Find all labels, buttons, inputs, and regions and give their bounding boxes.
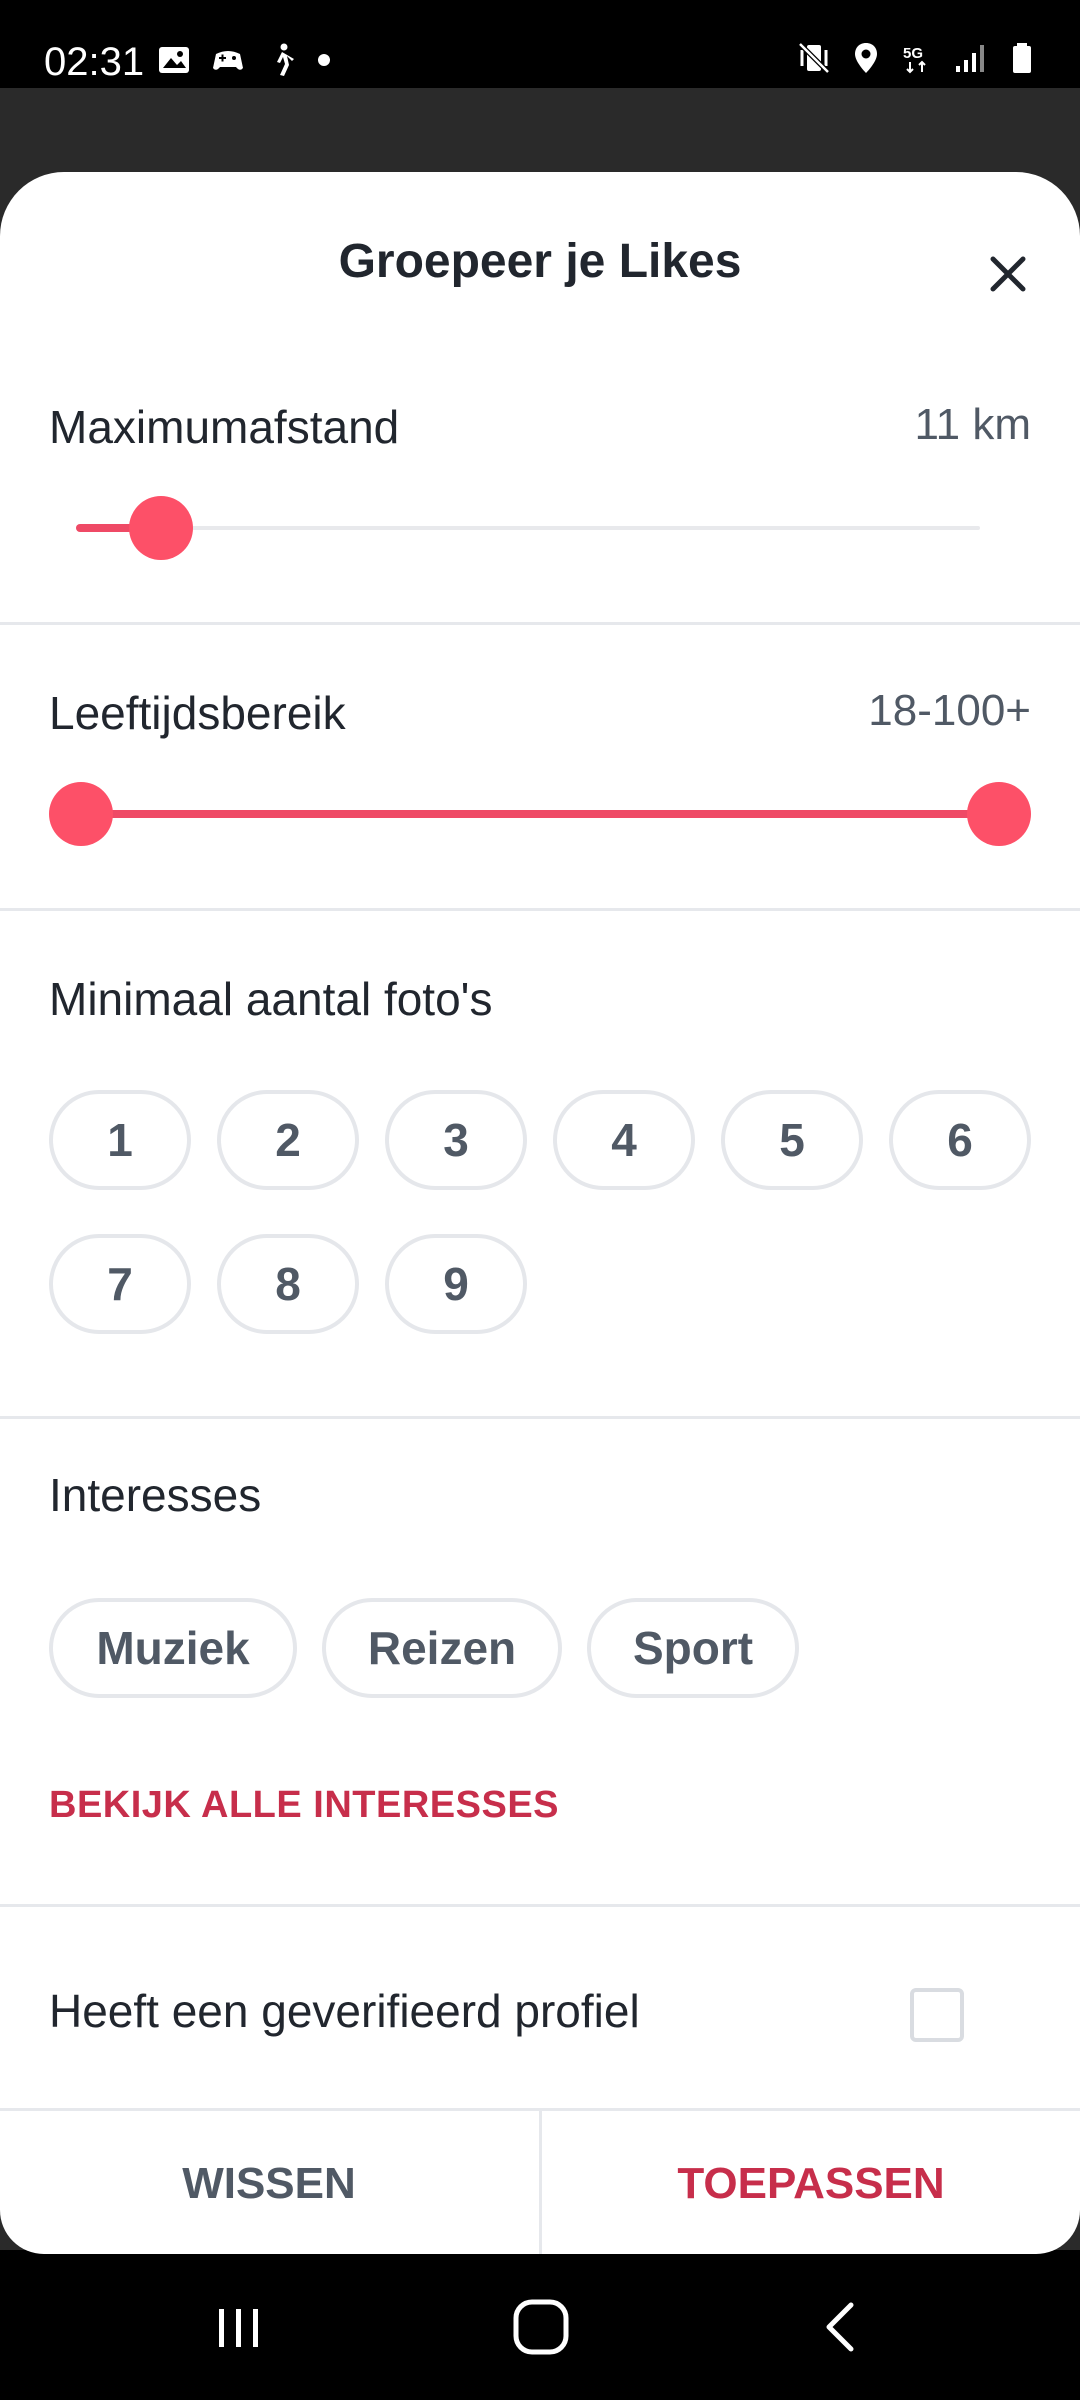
photo-count-option-9[interactable]: 9 <box>385 1234 527 1334</box>
close-button[interactable] <box>976 242 1040 306</box>
photo-count-option-5[interactable]: 5 <box>721 1090 863 1190</box>
interest-chip-reizen[interactable]: Reizen <box>322 1598 562 1698</box>
close-icon <box>990 256 1026 292</box>
distance-label: Maximumafstand <box>49 401 400 453</box>
signal-icon <box>956 45 984 72</box>
recent-apps-icon <box>219 2309 258 2347</box>
photo-count-option-3[interactable]: 3 <box>385 1090 527 1190</box>
age-slider-max-thumb[interactable] <box>967 782 1031 846</box>
photos-label: Minimaal aantal foto's <box>49 973 493 1025</box>
walking-icon <box>277 43 294 76</box>
photo-count-option-7[interactable]: 7 <box>49 1234 191 1334</box>
notification-dot-icon <box>318 54 330 66</box>
svg-text:5G: 5G <box>903 45 923 62</box>
image-icon <box>159 47 189 73</box>
divider <box>0 1416 1080 1419</box>
clear-button[interactable]: WISSEN <box>0 2111 538 2254</box>
verified-checkbox[interactable] <box>910 1988 964 2042</box>
filter-sheet: Groepeer je Likes Maximumafstand 11 km L… <box>0 172 1080 2254</box>
status-right-icons: 5G <box>796 40 1040 76</box>
age-slider-fill <box>81 810 999 818</box>
home-icon <box>513 2299 569 2355</box>
sheet-title: Groepeer je Likes <box>338 235 742 288</box>
photo-count-option-1[interactable]: 1 <box>49 1090 191 1190</box>
distance-slider-thumb[interactable] <box>129 496 194 560</box>
age-value: 18-100+ <box>868 686 1031 735</box>
back-button[interactable] <box>798 2282 888 2372</box>
vibrate-mute-icon <box>798 42 830 74</box>
distance-slider-track <box>76 526 980 530</box>
location-icon <box>855 43 877 73</box>
divider <box>0 1904 1080 1907</box>
interest-chip-sport[interactable]: Sport <box>587 1598 799 1698</box>
sheet-footer: WISSEN TOEPASSEN <box>0 2108 1080 2254</box>
status-bar: 02:31 5G <box>0 0 1080 88</box>
interest-chip-muziek[interactable]: Muziek <box>49 1598 297 1698</box>
age-slider-min-thumb[interactable] <box>49 782 113 846</box>
status-left-icons <box>156 42 330 78</box>
divider <box>0 908 1080 911</box>
interests-label: Interesses <box>49 1469 262 1521</box>
divider <box>0 622 1080 625</box>
verified-label: Heeft een geverifieerd profiel <box>49 1985 640 2037</box>
navigation-bar <box>0 2254 1080 2400</box>
recent-apps-button[interactable] <box>194 2282 284 2372</box>
back-icon <box>826 2302 854 2352</box>
status-time: 02:31 <box>44 40 145 84</box>
5g-icon: 5G <box>903 45 926 74</box>
game-controller-icon <box>213 51 243 70</box>
see-all-interests-link[interactable]: BEKIJK ALLE INTERESSES <box>49 1784 559 1827</box>
battery-icon <box>1013 43 1031 73</box>
photo-count-option-2[interactable]: 2 <box>217 1090 359 1190</box>
age-label: Leeftijdsbereik <box>49 687 346 739</box>
home-button[interactable] <box>496 2282 586 2372</box>
photo-count-option-6[interactable]: 6 <box>889 1090 1031 1190</box>
apply-button[interactable]: TOEPASSEN <box>542 2111 1080 2254</box>
photo-count-option-4[interactable]: 4 <box>553 1090 695 1190</box>
distance-value: 11 km <box>914 400 1031 449</box>
photo-count-option-8[interactable]: 8 <box>217 1234 359 1334</box>
